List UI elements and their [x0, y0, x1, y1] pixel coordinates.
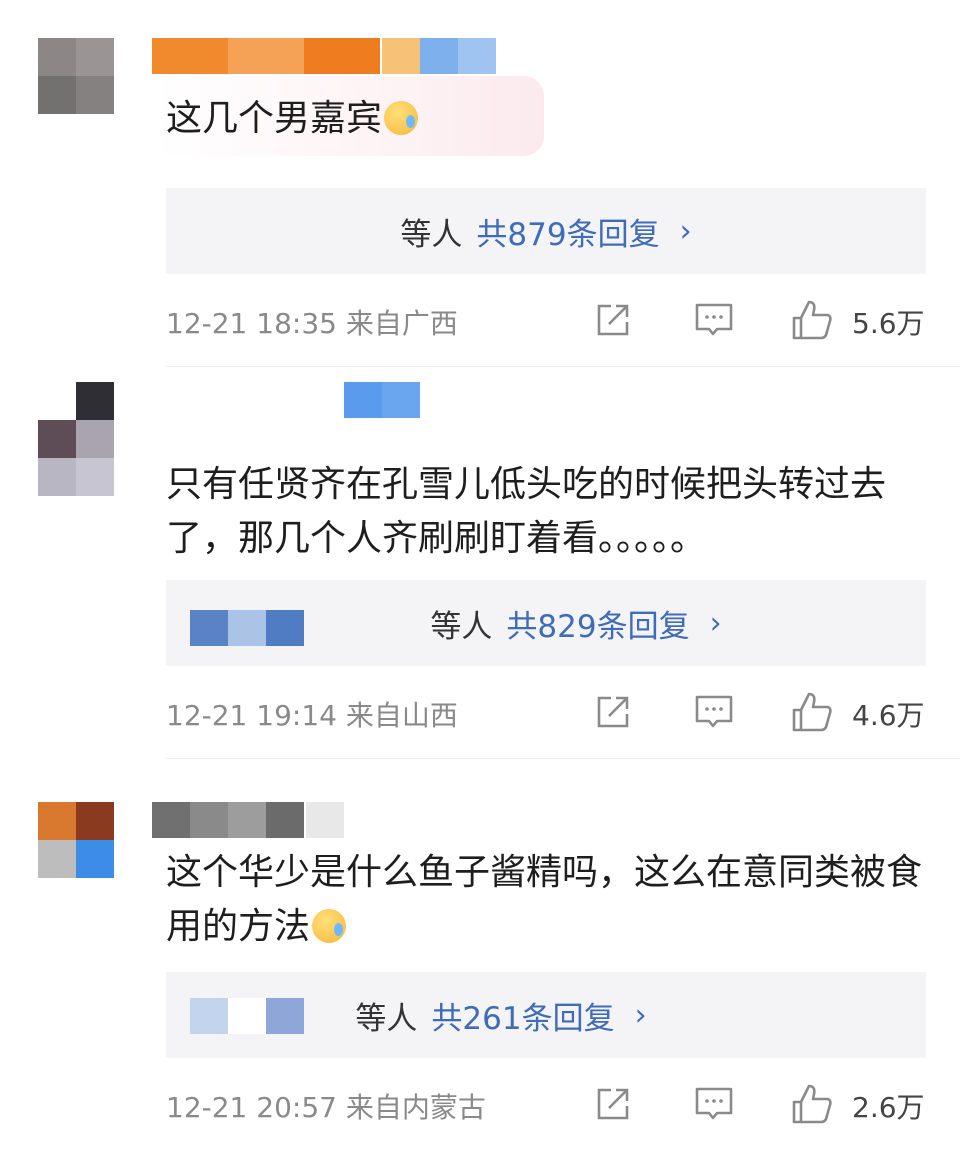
reply-summary[interactable]: 等人 共829条回复 › — [166, 580, 926, 666]
timestamp: 12-21 18:35 来自广西 — [166, 307, 458, 340]
comment-text: 这个华少是什么鱼子酱精吗，这么在意同类被食用的方法 — [166, 846, 936, 954]
divider — [166, 366, 960, 367]
comment-icon[interactable] — [693, 692, 735, 732]
timestamp: 12-21 19:14 来自山西 — [166, 699, 458, 732]
user-badge-blurred — [306, 802, 344, 838]
comment-icon[interactable] — [693, 300, 735, 340]
chevron-right-icon: › — [709, 605, 722, 641]
reply-users-label: 等人 — [355, 1000, 418, 1037]
reply-users-label: 等人 — [400, 216, 463, 253]
share-icon[interactable] — [593, 300, 633, 340]
chevron-right-icon: › — [634, 997, 647, 1033]
comment-icon[interactable] — [693, 1084, 735, 1124]
username-blurred[interactable] — [152, 802, 304, 838]
divider — [166, 758, 960, 759]
reply-users-blurred — [190, 998, 304, 1034]
crying-face-emoji-icon — [384, 101, 419, 135]
comment-text-content: 这个华少是什么鱼子酱精吗，这么在意同类被食用的方法 — [166, 852, 923, 947]
comment-text-content: 这几个男嘉宾 — [166, 98, 383, 139]
like-count: 5.6万 — [852, 307, 925, 340]
thumbs-up-icon[interactable] — [790, 1082, 834, 1126]
reply-users-label: 等人 — [430, 608, 493, 645]
comment-meta: 12-21 19:14 来自山西 4.6万 — [166, 692, 936, 732]
user-badge-blurred — [382, 38, 496, 74]
avatar[interactable] — [38, 802, 114, 878]
like-count: 2.6万 — [852, 1091, 925, 1124]
username-blurred[interactable] — [344, 382, 420, 418]
reply-count-link[interactable]: 共829条回复 — [506, 601, 689, 646]
comment-meta: 12-21 18:35 来自广西 5.6万 — [166, 300, 936, 340]
location: 来自内蒙古 — [345, 1091, 486, 1124]
reply-count-link[interactable]: 共879条回复 — [476, 209, 659, 254]
reply-users-blurred — [190, 610, 304, 646]
like-count: 4.6万 — [852, 699, 925, 732]
location: 来自广西 — [345, 307, 458, 340]
comment-text: 这几个男嘉宾 — [166, 92, 936, 146]
reply-summary[interactable]: 等人 共879条回复 › — [166, 188, 926, 274]
comment-text-content: 只有任贤齐在孔雪儿低头吃的时候把头转过去了，那几个人齐刷刷盯着看。。。。。 — [166, 464, 887, 559]
chevron-right-icon: › — [679, 213, 692, 249]
avatar[interactable] — [38, 38, 114, 114]
share-icon[interactable] — [593, 1084, 633, 1124]
username-blurred[interactable] — [152, 38, 380, 74]
location: 来自山西 — [345, 699, 458, 732]
thumbs-up-icon[interactable] — [790, 690, 834, 734]
crying-face-emoji-icon — [312, 909, 347, 943]
timestamp: 12-21 20:57 来自内蒙古 — [166, 1091, 486, 1124]
thumbs-up-icon[interactable] — [790, 298, 834, 342]
avatar[interactable] — [38, 382, 114, 496]
comment-meta: 12-21 20:57 来自内蒙古 2.6万 — [166, 1084, 936, 1124]
reply-count-link[interactable]: 共261条回复 — [431, 993, 614, 1038]
share-icon[interactable] — [593, 692, 633, 732]
comment-text: 只有任贤齐在孔雪儿低头吃的时候把头转过去了，那几个人齐刷刷盯着看。。。。。 — [166, 458, 936, 566]
reply-summary[interactable]: 等人 共261条回复 › — [166, 972, 926, 1058]
